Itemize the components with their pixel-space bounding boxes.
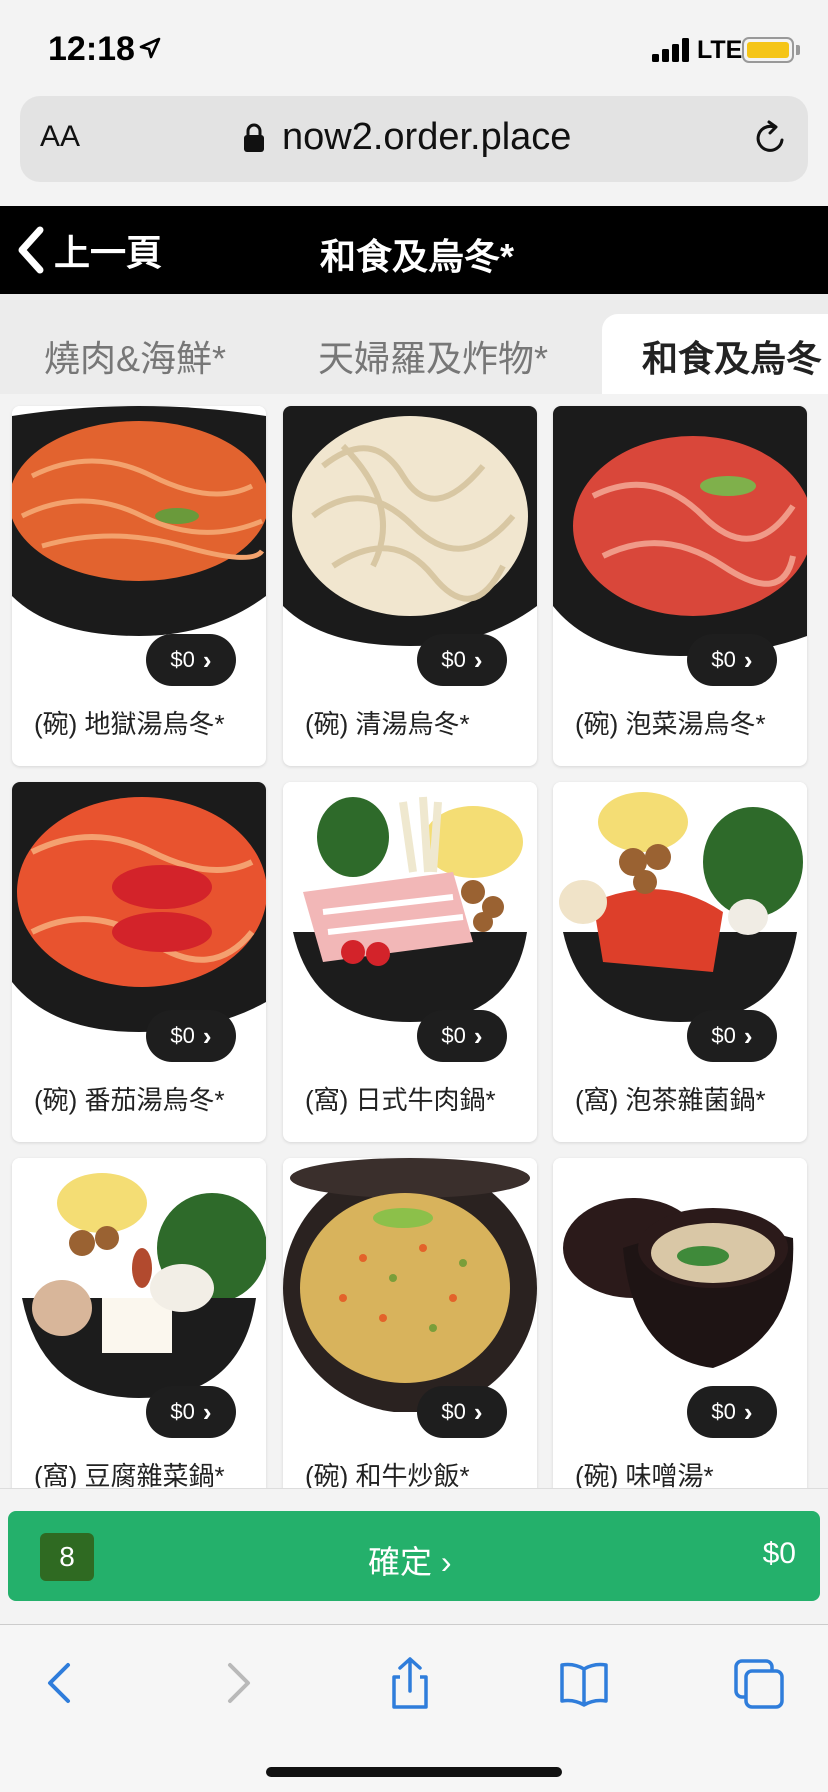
chevron-right-icon: › bbox=[743, 1020, 753, 1051]
chevron-right-icon: › bbox=[743, 644, 753, 675]
pot-beef-hotpot-icon bbox=[283, 782, 537, 1036]
chevron-right-icon: › bbox=[473, 1396, 483, 1427]
price-value: $0 bbox=[711, 1023, 736, 1048]
tab-label: 和食及烏冬 bbox=[642, 338, 823, 379]
price-value: $0 bbox=[711, 1399, 736, 1424]
chevron-right-icon: › bbox=[202, 1020, 212, 1051]
home-indicator bbox=[266, 1767, 562, 1777]
lock-icon bbox=[244, 123, 264, 152]
battery-icon bbox=[742, 37, 794, 63]
bowl-clear-udon-icon bbox=[283, 406, 537, 660]
menu-item-card[interactable]: $0 › (窩) 日式牛肉鍋* bbox=[283, 782, 537, 1142]
item-name: (碗) 番茄湯烏冬* bbox=[34, 1085, 225, 1115]
bowl-tomato-udon-icon bbox=[12, 782, 266, 1036]
menu-item-card[interactable]: $0 › (窩) 泡茶雜菌鍋* bbox=[553, 782, 807, 1142]
chevron-right-icon: › bbox=[473, 1020, 483, 1051]
text-size-button[interactable]: AA bbox=[40, 120, 80, 154]
chevron-left-icon bbox=[18, 226, 44, 274]
item-name: (碗) 泡菜湯烏冬* bbox=[575, 709, 766, 739]
plate-fried-rice-icon bbox=[283, 1158, 537, 1412]
bowl-miso-soup-icon bbox=[553, 1158, 807, 1412]
menu-item-card[interactable]: $0 › (碗) 清湯烏冬* bbox=[283, 406, 537, 766]
reload-icon[interactable] bbox=[750, 118, 790, 158]
menu-item-card[interactable]: $0 › (窩) 豆腐雜菜鍋* bbox=[12, 1158, 266, 1488]
price-value: $0 bbox=[170, 1023, 195, 1048]
price-button[interactable]: $0 › bbox=[417, 1386, 507, 1438]
address-bar[interactable]: AA now2.order.place bbox=[20, 96, 808, 182]
back-label: 上一頁 bbox=[54, 232, 163, 273]
cart-count-badge: 8 bbox=[40, 1533, 94, 1581]
chevron-right-icon: › bbox=[202, 644, 212, 675]
confirm-button[interactable]: 8 確定 › $0 bbox=[8, 1511, 820, 1601]
confirm-label: 確定 › bbox=[368, 1537, 452, 1583]
status-bar: 12:18 LTE bbox=[0, 0, 828, 92]
pot-tofu-vegetable-icon bbox=[12, 1158, 266, 1412]
url-text[interactable]: now2.order.place bbox=[282, 116, 571, 159]
category-tabs: 燒肉&海鮮* 天婦羅及炸物* 和食及烏冬 bbox=[0, 294, 828, 394]
app-header: 上一頁 和食及烏冬* bbox=[0, 206, 828, 294]
tab-grill-seafood[interactable]: 燒肉&海鮮* bbox=[44, 330, 226, 382]
price-button[interactable]: $0 › bbox=[146, 1386, 236, 1438]
bowl-spicy-udon-icon bbox=[12, 406, 266, 660]
menu-item-card[interactable]: $0 › (碗) 和牛炒飯* bbox=[283, 1158, 537, 1488]
chevron-right-icon: › bbox=[473, 644, 483, 675]
tabs-icon[interactable] bbox=[730, 1655, 786, 1711]
location-arrow-icon bbox=[139, 37, 161, 59]
browser-toolbar bbox=[0, 1624, 828, 1792]
tab-japanese-udon[interactable]: 和食及烏冬 bbox=[602, 314, 828, 394]
item-name: (窩) 豆腐雜菜鍋* bbox=[34, 1461, 225, 1488]
price-value: $0 bbox=[170, 1399, 195, 1424]
page-title: 和食及烏冬* bbox=[320, 236, 515, 277]
battery-nub bbox=[796, 45, 800, 55]
menu-item-card[interactable]: $0 › (碗) 泡菜湯烏冬* bbox=[553, 406, 807, 766]
back-button[interactable]: 上一頁 bbox=[14, 220, 162, 280]
forward-arrow-icon[interactable] bbox=[208, 1655, 264, 1711]
price-button[interactable]: $0 › bbox=[687, 634, 777, 686]
signal-icon bbox=[652, 38, 689, 62]
menu-grid: $0› (碗) 地獄湯烏冬* $0› (碗) 清湯烏冬* $0› (碗) bbox=[0, 394, 828, 1488]
item-name: (碗) 清湯烏冬* bbox=[305, 709, 470, 739]
price-value: $0 bbox=[441, 1399, 466, 1424]
item-name: (窩) 日式牛肉鍋* bbox=[305, 1085, 496, 1115]
checkout-bar: 8 確定 › $0 bbox=[0, 1488, 828, 1624]
confirm-text: 確定 bbox=[368, 1544, 433, 1580]
menu-item-card[interactable]: $0 › (碗) 番茄湯烏冬* bbox=[12, 782, 266, 1142]
price-button[interactable]: $0 › bbox=[687, 1010, 777, 1062]
price-button[interactable]: $0 › bbox=[687, 1386, 777, 1438]
menu-item-card[interactable]: $0 › (碗) 味噌湯* bbox=[553, 1158, 807, 1488]
price-value: $0 bbox=[441, 647, 466, 672]
price-button[interactable]: $0 › bbox=[146, 1010, 236, 1062]
price-button[interactable]: $0 › bbox=[146, 634, 236, 686]
chevron-right-icon: › bbox=[202, 1396, 212, 1427]
price-value: $0 bbox=[441, 1023, 466, 1048]
item-name: (碗) 味噌湯* bbox=[575, 1461, 714, 1488]
pot-kimchi-mushroom-icon bbox=[553, 782, 807, 1036]
chevron-right-icon: › bbox=[743, 1396, 753, 1427]
price-button[interactable]: $0 › bbox=[417, 1010, 507, 1062]
price-value: $0 bbox=[711, 647, 736, 672]
back-arrow-icon[interactable] bbox=[34, 1655, 90, 1711]
item-name: (碗) 和牛炒飯* bbox=[305, 1461, 470, 1488]
price-button[interactable]: $0 › bbox=[417, 634, 507, 686]
bowl-kimchi-udon-icon bbox=[553, 406, 807, 660]
cart-total: $0 bbox=[762, 1537, 796, 1570]
menu-item-card[interactable]: $0 › (碗) 地獄湯烏冬* bbox=[12, 406, 266, 766]
bookmarks-icon[interactable] bbox=[556, 1655, 612, 1711]
item-name: (窩) 泡茶雜菌鍋* bbox=[575, 1085, 766, 1115]
network-type: LTE bbox=[697, 36, 743, 64]
price-value: $0 bbox=[170, 647, 195, 672]
tab-tempura-fried[interactable]: 天婦羅及炸物* bbox=[318, 330, 548, 382]
item-name: (碗) 地獄湯烏冬* bbox=[34, 709, 225, 739]
share-icon[interactable] bbox=[382, 1655, 438, 1711]
status-time: 12:18 bbox=[48, 30, 135, 68]
chevron-right-icon: › bbox=[440, 1544, 452, 1580]
